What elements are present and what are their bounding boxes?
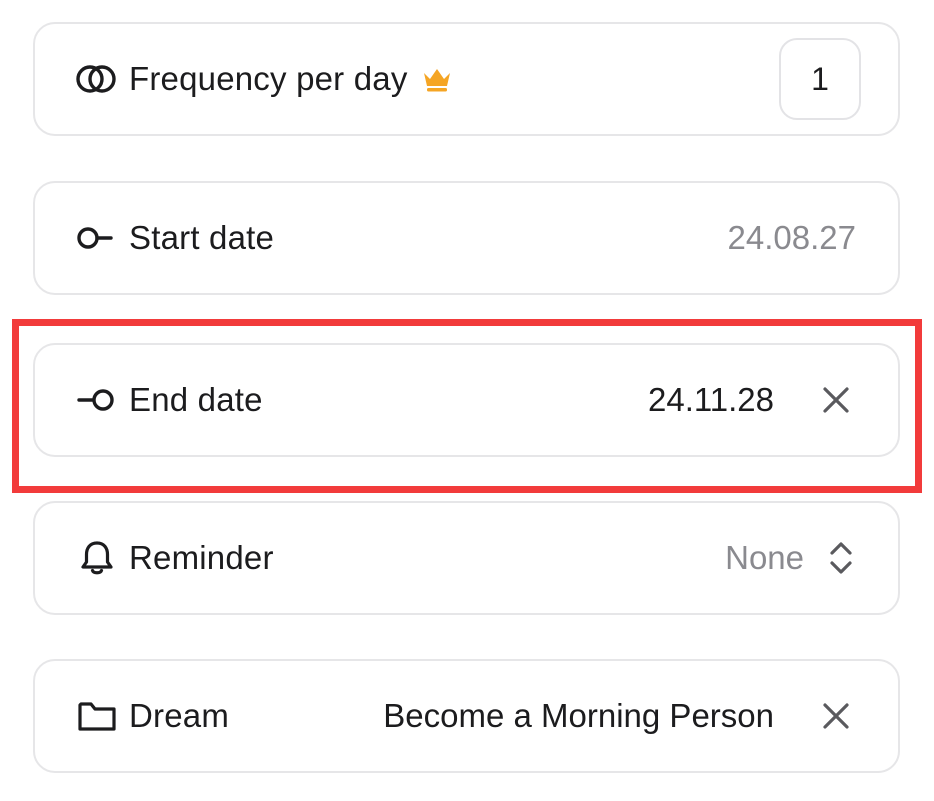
close-icon <box>823 703 849 729</box>
chevron-up-down-icon[interactable] <box>826 537 856 579</box>
frequency-label: Frequency per day <box>129 60 408 97</box>
end-date-icon <box>75 378 119 422</box>
dream-row[interactable]: Dream Become a Morning Person <box>33 659 900 773</box>
reminder-value[interactable]: None <box>725 539 804 577</box>
end-date-value[interactable]: 24.11.28 <box>648 381 774 419</box>
clear-end-date-button[interactable] <box>816 380 856 420</box>
folder-icon <box>75 694 119 738</box>
start-date-row[interactable]: Start date 24.08.27 <box>33 181 900 295</box>
overlapping-circles-icon <box>75 57 119 101</box>
clear-dream-button[interactable] <box>816 696 856 736</box>
reminder-label: Reminder <box>129 539 274 576</box>
start-date-icon <box>75 216 119 260</box>
start-date-label: Start date <box>129 219 275 256</box>
bell-icon <box>75 536 119 580</box>
end-date-label: End date <box>129 381 263 418</box>
dream-label: Dream <box>129 697 230 734</box>
frequency-count-field[interactable]: 1 <box>779 38 861 120</box>
start-date-value[interactable]: 24.08.27 <box>728 219 856 257</box>
crown-icon <box>420 62 454 96</box>
end-date-row[interactable]: End date 24.11.28 <box>33 343 900 457</box>
frequency-row[interactable]: Frequency per day 1 <box>33 22 900 136</box>
reminder-row[interactable]: Reminder None <box>33 501 900 615</box>
dream-value[interactable]: Become a Morning Person <box>383 697 774 735</box>
close-icon <box>823 387 849 413</box>
